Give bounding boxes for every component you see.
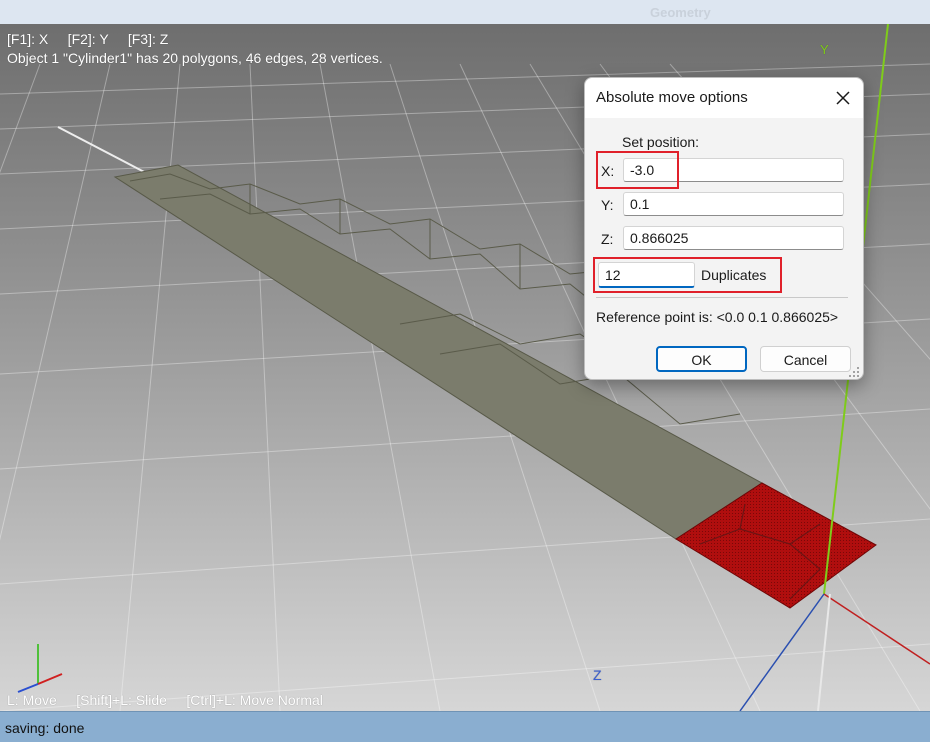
z-position-input[interactable] [623, 226, 844, 250]
y-axis-label: Y [820, 42, 829, 57]
dialog-header: Absolute move options [585, 78, 863, 118]
set-position-label: Set position: [622, 134, 700, 150]
y-label: Y: [601, 197, 614, 213]
y-position-input[interactable] [623, 192, 844, 216]
object-info: Object 1 "Cylinder1" has 20 polygons, 46… [7, 50, 383, 66]
reference-point-text: Reference point is: <0.0 0.1 0.866025> [596, 309, 839, 325]
cancel-button[interactable]: Cancel [760, 346, 851, 372]
absolute-move-dialog: Absolute move options Set position: X: Y… [584, 77, 864, 380]
resize-grip-icon[interactable] [849, 365, 860, 377]
divider [596, 297, 848, 298]
window-title: Geometry [650, 5, 711, 20]
dialog-title: Absolute move options [596, 89, 748, 106]
title-bar: Geometry [0, 0, 930, 25]
x-position-input[interactable] [623, 158, 844, 182]
duplicates-label: Duplicates [701, 267, 767, 283]
z-axis-label: Z [593, 667, 602, 683]
status-text: saving: done [5, 720, 85, 736]
axis-key-hints: [F1]: X [F2]: Y [F3]: Z [7, 31, 169, 47]
x-label: X: [601, 163, 615, 179]
duplicates-input[interactable] [598, 262, 695, 288]
ok-button[interactable]: OK [656, 346, 747, 372]
status-bar: saving: done [0, 711, 930, 742]
close-icon[interactable] [831, 86, 855, 110]
z-label: Z: [601, 231, 614, 247]
mode-hint: L: Move [Shift]+L: Slide [Ctrl]+L: Move … [7, 692, 323, 708]
